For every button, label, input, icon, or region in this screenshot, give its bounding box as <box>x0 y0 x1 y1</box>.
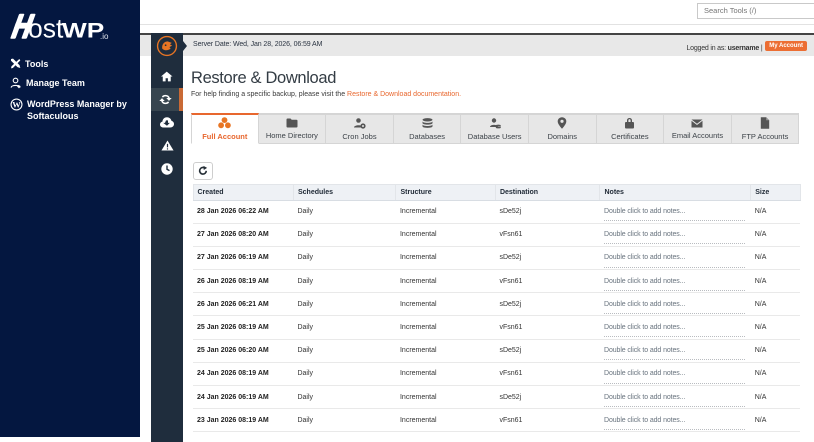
svg-text:ost: ost <box>28 13 64 43</box>
svg-text:W: W <box>12 100 21 110</box>
svg-text:WP: WP <box>62 18 104 42</box>
svg-text:.io: .io <box>100 32 109 41</box>
